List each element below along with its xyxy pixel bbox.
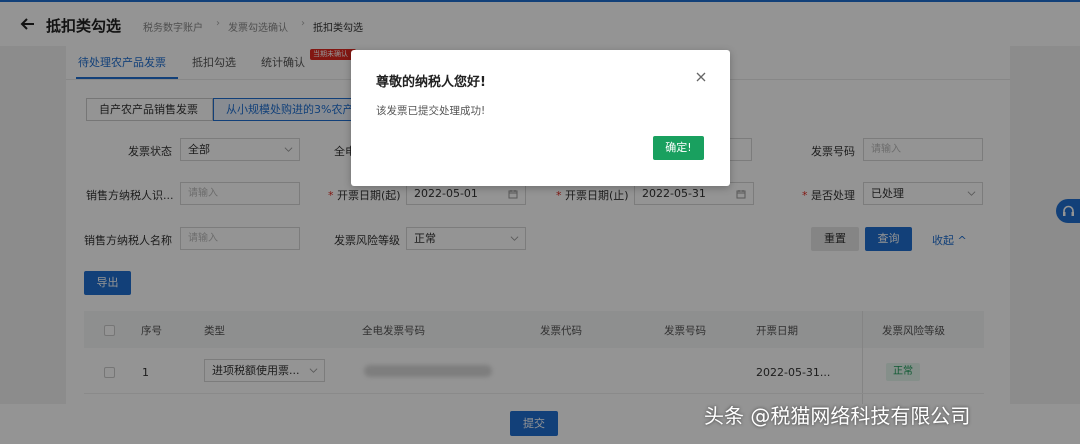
success-dialog: 尊敬的纳税人您好! 该发票已提交处理成功! 确定! [351, 50, 730, 186]
watermark: 头条 @税猫网络科技有限公司 [704, 404, 971, 428]
confirm-button[interactable]: 确定! [653, 136, 704, 160]
close-icon[interactable] [696, 72, 706, 82]
dialog-title: 尊敬的纳税人您好! [376, 75, 486, 90]
dialog-message: 该发票已提交处理成功! [376, 105, 486, 117]
